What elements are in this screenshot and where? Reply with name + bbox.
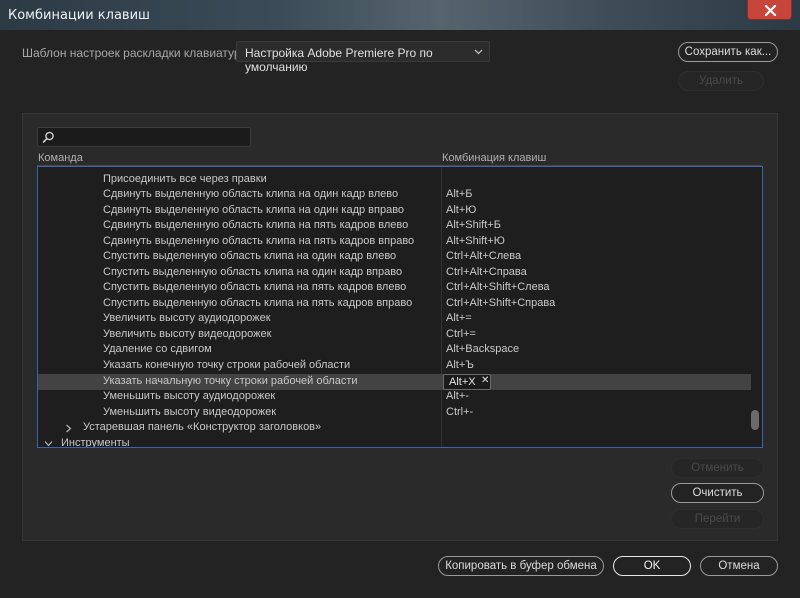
list-item[interactable]: Сдвинуть выделенную область клипа на оди… [38, 187, 751, 203]
shortcut-label: Alt+Б [446, 188, 473, 200]
ok-button[interactable]: OK [613, 556, 691, 576]
list-item[interactable]: Присоединить все через правки [38, 172, 751, 188]
close-icon [764, 5, 777, 16]
list-item[interactable]: Удаление со сдвигом Alt+Backspace [38, 342, 751, 358]
list-item[interactable]: Сдвинуть выделенную область клипа на пят… [38, 234, 751, 250]
command-label: Спустить выделенную область клипа на пят… [103, 281, 407, 293]
search-field[interactable] [37, 127, 251, 147]
clear-button[interactable]: Очистить [671, 483, 764, 503]
title-bar: Комбинации клавиш [0, 0, 800, 30]
search-input[interactable] [58, 130, 246, 144]
list-item[interactable]: Спустить выделенную область клипа на пят… [38, 296, 751, 312]
group-legacy-titler[interactable]: Устаревшая панель «Конструктор заголовко… [38, 420, 751, 436]
command-label: Присоединить все через правки [103, 173, 267, 185]
list-item[interactable]: Уменьшить высоту видеодорожек Ctrl+- [38, 405, 751, 421]
command-label: Уменьшить высоту видеодорожек [103, 406, 277, 418]
shortcut-chip-label: Alt+X [449, 376, 476, 388]
undo-shortcut-button[interactable]: Отменить [671, 458, 764, 478]
shortcut-label: Alt+Backspace [446, 343, 520, 355]
command-label: Увеличить высоту аудиодорожек [103, 312, 271, 324]
command-label: Уменьшить высоту аудиодорожек [103, 390, 276, 402]
group-tools[interactable]: Инструменты [38, 436, 751, 448]
command-label: Спустить выделенную область клипа на оди… [103, 250, 397, 262]
list-item[interactable]: Уменьшить высоту аудиодорожек Alt+- [38, 389, 751, 405]
search-icon [42, 131, 54, 143]
shortcut-label: Ctrl+Alt+Справа [446, 266, 527, 278]
list-item[interactable]: Указать конечную точку строки рабочей об… [38, 358, 751, 374]
chevron-down-icon [474, 49, 483, 55]
command-label: Указать конечную точку строки рабочей об… [103, 359, 351, 371]
command-label: Спустить выделенную область клипа на пят… [103, 297, 413, 309]
list-item[interactable]: Увеличить высоту аудиодорожек Alt+= [38, 311, 751, 327]
preset-value: Настройка Adobe Premiere Pro по умолчани… [245, 46, 433, 74]
cancel-button[interactable]: Отмена [700, 556, 778, 576]
command-label: Сдвинуть выделенную область клипа на оди… [103, 188, 399, 200]
shortcut-label: Alt+Shift+Ю [446, 235, 505, 247]
shortcut-label: Ctrl+Alt+Слева [446, 250, 522, 262]
command-label: Спустить выделенную область клипа на оди… [103, 266, 403, 278]
shortcut-label: Ctrl+Alt+Shift+Слева [446, 281, 550, 293]
chevron-right-icon[interactable] [65, 424, 72, 433]
window-title: Комбинации клавиш [8, 8, 150, 23]
command-label: Удаление со сдвигом [103, 343, 212, 355]
window-close-button[interactable] [747, 0, 792, 20]
list-item-selected[interactable]: Указать начальную точку строки рабочей о… [38, 374, 751, 390]
list-scrollbar-thumb[interactable] [751, 410, 759, 430]
delete-preset-button[interactable]: Удалить [678, 71, 764, 91]
save-as-button[interactable]: Сохранить как... [678, 42, 778, 62]
shortcut-label: Ctrl+- [446, 406, 474, 418]
shortcut-column-header[interactable]: Комбинация клавиш [442, 152, 546, 164]
shortcut-label: Alt+Ъ [446, 359, 474, 371]
command-column-header[interactable]: Команда [38, 152, 83, 164]
list-item[interactable]: Спустить выделенную область клипа на оди… [38, 249, 751, 265]
list-item[interactable]: Сдвинуть выделенную область клипа на пят… [38, 218, 751, 234]
shortcut-label: Alt+Ю [446, 204, 477, 216]
group-label: Инструменты [61, 437, 130, 448]
preset-dropdown[interactable]: Настройка Adobe Premiere Pro по умолчани… [236, 41, 490, 74]
shortcut-label: Ctrl+= [446, 328, 476, 340]
shortcut-label: Ctrl+Alt+Shift+Справа [446, 297, 556, 309]
shortcut-chip[interactable]: Alt+X ✕ [443, 374, 491, 390]
command-list[interactable]: Присоединить все через правки Сдвинуть в… [37, 166, 763, 448]
command-label: Сдвинуть выделенную область клипа на пят… [103, 219, 409, 231]
shortcut-label: Alt+= [446, 312, 472, 324]
list-item[interactable]: Спустить выделенную область клипа на оди… [38, 265, 751, 281]
list-item[interactable]: Сдвинуть выделенную область клипа на оди… [38, 203, 751, 219]
list-item[interactable]: Спустить выделенную область клипа на пят… [38, 280, 751, 296]
preset-label: Шаблон настроек раскладки клавиатуры: [22, 46, 253, 60]
goto-button[interactable]: Перейти [671, 509, 764, 529]
command-label: Указать начальную точку строки рабочей о… [103, 375, 358, 387]
command-label: Сдвинуть выделенную область клипа на пят… [103, 235, 415, 247]
chevron-down-icon[interactable] [44, 440, 53, 447]
copy-to-clipboard-button[interactable]: Копировать в буфер обмена [438, 556, 604, 576]
shortcut-label: Alt+Shift+Б [446, 219, 501, 231]
command-label: Сдвинуть выделенную область клипа на оди… [103, 204, 405, 216]
shortcut-label: Alt+- [446, 390, 469, 402]
remove-shortcut-icon[interactable]: ✕ [481, 375, 489, 386]
command-label: Увеличить высоту видеодорожек [103, 328, 272, 340]
list-item[interactable]: Увеличить высоту видеодорожек Ctrl+= [38, 327, 751, 343]
group-label: Устаревшая панель «Конструктор заголовко… [83, 421, 322, 433]
